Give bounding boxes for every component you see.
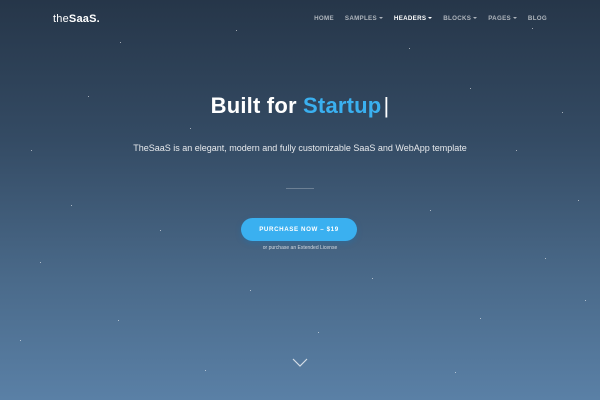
star xyxy=(250,290,251,291)
star xyxy=(40,262,41,263)
nav-item-pages[interactable]: PAGES xyxy=(488,15,517,22)
star xyxy=(545,258,546,259)
star xyxy=(190,128,191,129)
star xyxy=(470,88,471,89)
star xyxy=(578,200,579,201)
nav-item-headers[interactable]: HEADERS xyxy=(393,15,433,22)
hero-title-accent: Startup xyxy=(303,93,382,118)
nav-item-blocks[interactable]: BLOCKS xyxy=(443,15,478,22)
caret-down-icon xyxy=(512,17,517,20)
nav-item-label: HOME xyxy=(314,15,334,22)
star xyxy=(409,48,410,49)
star xyxy=(480,318,481,319)
nav-item-label: HEADERS xyxy=(393,15,427,22)
divider xyxy=(286,188,314,189)
star xyxy=(205,370,206,371)
caret-down-icon xyxy=(473,17,478,20)
star xyxy=(318,332,319,333)
hero-subtitle: TheSaaS is an elegant, modern and fully … xyxy=(133,143,467,153)
nav-item-label: BLOCKS xyxy=(443,15,472,22)
star xyxy=(585,300,586,301)
star xyxy=(372,278,373,279)
logo-prefix: the xyxy=(53,13,69,25)
caret-down-icon xyxy=(378,17,383,20)
caret-down-icon xyxy=(428,17,433,20)
hero-section: theSaaS. HOME SAMPLES HEADERS BLOCKS PAGES BL… xyxy=(0,0,600,400)
star xyxy=(71,205,72,206)
star xyxy=(20,340,21,341)
logo[interactable]: theSaaS. xyxy=(53,13,100,25)
nav-item-home[interactable]: HOME xyxy=(314,15,334,22)
purchase-button[interactable]: PURCHASE NOW – $19 xyxy=(241,218,357,241)
navbar: theSaaS. HOME SAMPLES HEADERS BLOCKS PAGES BL… xyxy=(0,0,600,38)
chevron-down-icon[interactable] xyxy=(292,358,308,368)
star xyxy=(455,372,456,373)
typing-cursor: | xyxy=(383,93,390,118)
main-nav: HOME SAMPLES HEADERS BLOCKS PAGES BLOG xyxy=(314,15,547,22)
hero-title-prefix: Built for xyxy=(210,93,297,118)
logo-name: SaaS. xyxy=(68,13,100,25)
star xyxy=(160,230,161,231)
extended-license-link[interactable]: or purchase an Extended License xyxy=(0,245,600,251)
nav-item-label: PAGES xyxy=(488,15,511,22)
nav-item-samples[interactable]: SAMPLES xyxy=(345,15,383,22)
star xyxy=(118,320,119,321)
nav-item-label: SAMPLES xyxy=(344,15,377,22)
nav-item-label: BLOG xyxy=(527,15,547,22)
star xyxy=(430,210,431,211)
star xyxy=(120,42,121,43)
nav-item-blog[interactable]: BLOG xyxy=(528,15,547,22)
hero-title: Built for Startup| xyxy=(0,93,600,119)
